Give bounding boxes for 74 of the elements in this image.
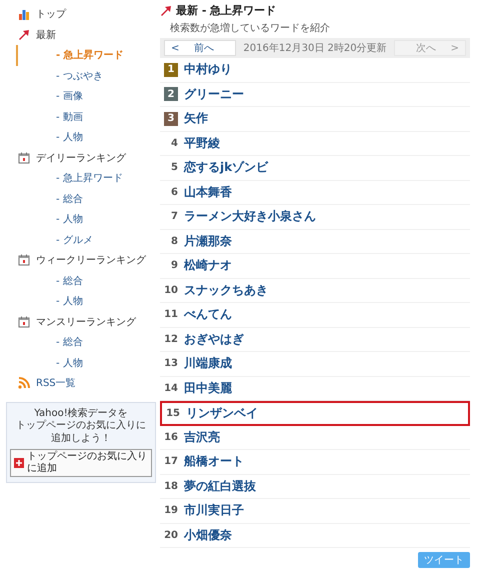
sidebar-subitem[interactable]: - 人物 [56,130,83,144]
ranking-link[interactable]: べんてん [184,306,232,324]
ranking-link[interactable]: 平野綾 [184,134,220,152]
promo-text: 追加しよう！ [51,432,111,445]
add-favorite-button[interactable]: トップページのお気に入りに追加 [10,449,152,477]
ranking-link[interactable]: 松崎ナオ [184,257,232,274]
ranking-link[interactable]: 船橋オート [184,453,244,470]
rss-icon [18,377,30,390]
arrow-icon [160,4,172,16]
sidebar-item[interactable]: RSS一覧 [36,376,76,390]
rank-badge: 2 [164,87,178,102]
rank-number: 19 [164,505,178,516]
ranking-link[interactable]: 中村ゆり [184,61,232,78]
sidebar-subitem[interactable]: - 人物 [56,212,83,226]
rank-number: 8 [170,236,178,247]
rank-number: 17 [164,456,178,468]
sidebar-subitem[interactable]: - 動画 [56,110,83,124]
rank-number: 9 [170,260,178,272]
rank-number: 12 [164,334,178,345]
ranking-link[interactable]: 片瀬那奈 [184,232,232,250]
ranking-link[interactable]: リンザンベイ [186,404,258,422]
ranking-link[interactable]: 夢の紅白選抜 [184,478,256,495]
updated-time: 2016年12月30日 2時20分更新 [243,42,387,55]
rank-number: 4 [170,138,178,149]
page-subtitle: 検索数が急増しているワードを紹介 [169,22,331,35]
ranking-link[interactable]: 市川実日子 [184,502,244,520]
sidebar-item[interactable]: ウィークリーランキング [36,253,146,268]
rank-number: 15 [166,408,180,419]
sidebar-subitem[interactable]: - グルメ [56,232,93,247]
promo-text: Yahoo!検索データを [34,408,128,420]
rank-number: 13 [164,358,178,370]
arrow-icon [18,28,30,41]
plus-icon [14,458,24,468]
sidebar-subitem[interactable]: - 総合 [56,192,83,206]
sidebar-subitem[interactable]: - つぶやき [56,68,103,83]
sidebar-subitem[interactable]: - 人物 [56,356,83,370]
sidebar-item[interactable]: 最新 [36,28,56,42]
rank-badge: 3 [164,112,178,126]
calendar-icon [18,316,30,328]
ranking-link[interactable]: 矢作 [184,110,208,128]
promo-text: トップページのお気に入りに [16,420,146,432]
rank-number: 20 [164,530,178,541]
ranking-link[interactable]: 吉沢亮 [184,428,220,446]
ranking-link[interactable]: スナックちあき [184,282,268,299]
calendar-icon [18,152,30,164]
rank-number: 18 [164,480,178,492]
page-title: 最新 - 急上昇ワード [176,3,276,18]
rank-number: 5 [170,162,178,174]
sidebar-subitem[interactable]: - 急上昇ワード [56,171,123,186]
bar-chart-icon [18,8,30,20]
ranking-link[interactable]: おぎやはぎ [184,330,244,348]
rank-number: 10 [164,284,178,296]
rank-number: 14 [164,382,178,394]
sidebar-subitem[interactable]: - 総合 [56,274,83,288]
sidebar-item[interactable]: デイリーランキング [36,150,126,165]
rank-number: 16 [164,432,178,443]
rank-number: 6 [170,186,178,198]
ranking-link[interactable]: ラーメン大好き小泉さん [184,208,316,226]
sidebar-item[interactable]: マンスリーランキング [36,314,136,329]
ranking-link[interactable]: グリーニー [184,86,244,103]
sidebar-subitem[interactable]: - 人物 [56,294,83,308]
sidebar-subitem[interactable]: - 画像 [56,89,83,104]
rank-number: 11 [164,309,178,320]
ranking-link[interactable]: 小畑優奈 [184,526,232,544]
ranking-link[interactable]: 山本舞香 [184,184,232,201]
ranking-link[interactable]: 田中美麗 [184,380,232,397]
rank-number: 7 [170,211,178,222]
sidebar-item[interactable]: トップ [36,7,66,22]
ranking-link[interactable]: 川端康成 [184,355,232,372]
rank-badge: 1 [164,62,178,77]
calendar-icon [18,254,30,266]
ranking-link[interactable]: 恋するjkゾンビ [184,159,268,176]
previous-button[interactable]: < 前へ [164,40,236,56]
sidebar-subitem[interactable]: - 総合 [56,335,83,350]
